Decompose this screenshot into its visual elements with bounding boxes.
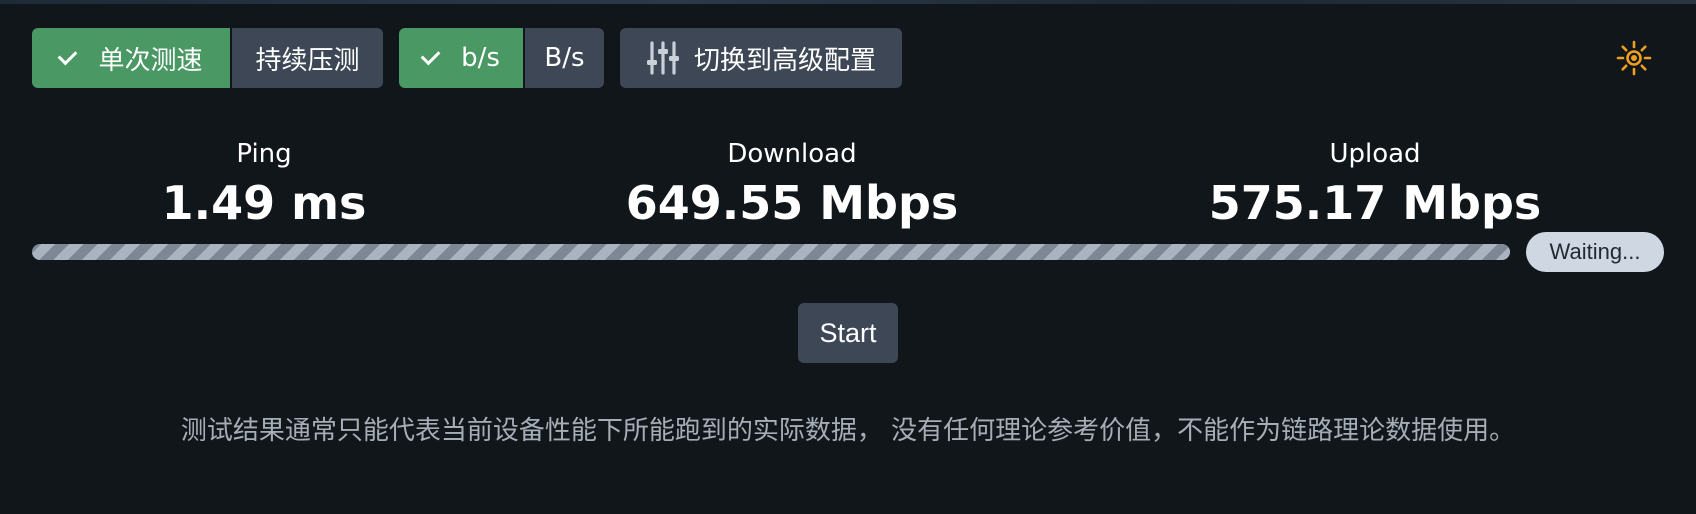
start-button[interactable]: Start [798,303,898,363]
advanced-config-label: 切换到高级配置 [693,45,876,76]
bits-unit-button[interactable]: b/s [399,28,523,88]
download-label: Download [727,139,857,169]
upload-metric: Upload 575.17 Mbps [1209,135,1542,233]
single-test-button[interactable]: 单次测速 [32,28,230,88]
continuous-test-button[interactable]: 持续压测 [230,28,383,88]
disclaimer-text: 测试结果通常只能代表当前设备性能下所能跑到的实际数据， 没有任何理论参考价值，不… [180,416,1516,446]
download-value: 649.55 Mbps [625,176,959,230]
continuous-test-label: 持续压测 [255,45,360,76]
upload-value: 575.17 Mbps [1208,176,1542,230]
bytes-unit-button[interactable]: B/s [523,28,604,88]
top-edge [0,0,1696,4]
sun-icon[interactable] [1616,40,1652,76]
ping-value: 1.49 ms [161,176,367,230]
ping-metric: Ping 1.49 ms [162,135,367,233]
status-badge: Waiting... [1526,232,1664,272]
ping-label: Ping [236,139,292,169]
toolbar: 单次测速 持续压测 b/s B/s 切换到高级配置 [32,28,902,88]
check-icon [420,45,441,65]
unit-toggle-group: b/s B/s [399,28,604,88]
sliders-icon [646,41,679,75]
bits-unit-label: b/s [461,43,500,73]
advanced-config-button[interactable]: 切换到高级配置 [620,28,902,88]
mode-toggle-group: 单次测速 持续压测 [32,28,383,88]
progress-bar [32,244,1510,260]
single-test-label: 单次测速 [98,45,203,76]
bytes-unit-label: B/s [544,43,585,73]
progress-fill [32,244,1510,260]
upload-label: Upload [1329,139,1421,169]
download-metric: Download 649.55 Mbps [626,135,959,233]
check-icon [58,45,78,65]
